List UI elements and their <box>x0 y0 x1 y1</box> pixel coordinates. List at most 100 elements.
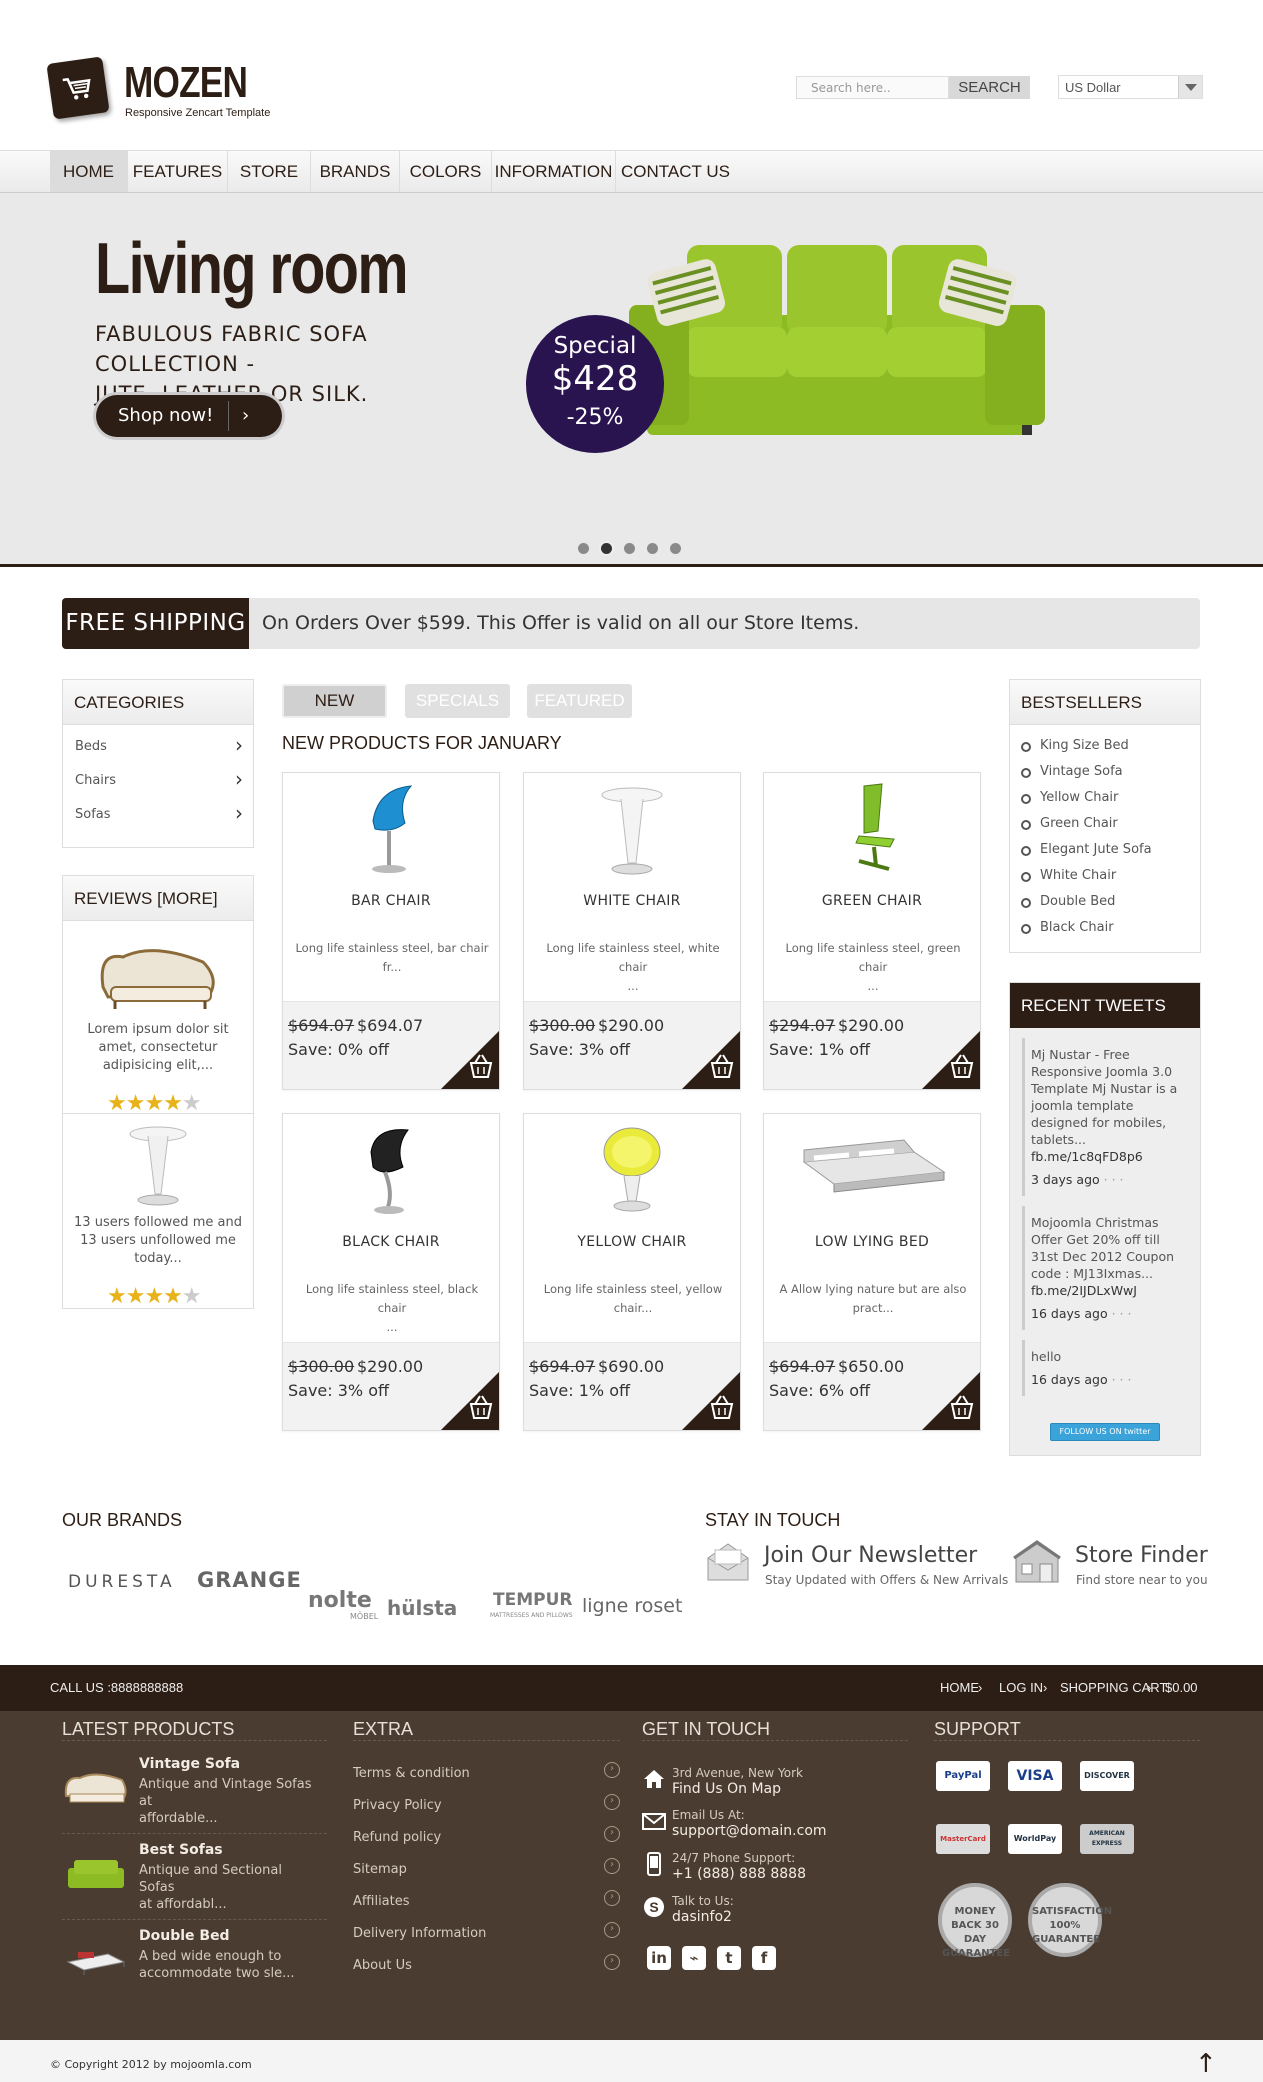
product-name[interactable]: YELLOW CHAIR <box>524 1234 740 1250</box>
tweet-item[interactable]: Mj Nustar - Free Responsive Joomla 3.0 T… <box>1022 1038 1188 1196</box>
footer-cart-total[interactable]: $0.00 <box>1165 1665 1198 1711</box>
slider-dot[interactable] <box>624 543 635 554</box>
latest-product-item[interactable]: Best Sofas Antique and Sectional Sofas at… <box>62 1834 327 1920</box>
bestseller-item[interactable]: White Chair <box>1010 863 1200 889</box>
product-card[interactable]: LOW LYING BED A Allow lying nature but a… <box>763 1113 981 1431</box>
search-input[interactable]: Search here.. <box>796 76 949 99</box>
product-name[interactable]: GREEN CHAIR <box>764 893 980 909</box>
brand-nolte[interactable]: nolte <box>308 1588 372 1613</box>
brand-hulsta[interactable]: hülsta <box>387 1596 457 1620</box>
category-beds[interactable]: Beds <box>63 728 253 764</box>
footer-link-login[interactable]: LOG IN <box>999 1665 1043 1711</box>
tab-featured[interactable]: FEATURED <box>527 684 632 718</box>
shop-now-button[interactable]: Shop now! › <box>96 395 282 437</box>
bestseller-item[interactable]: Black Chair <box>1010 915 1200 941</box>
tab-new[interactable]: NEW <box>282 684 387 718</box>
slider-dot[interactable] <box>578 543 589 554</box>
product-card[interactable]: BLACK CHAIR Long life stainless steel, b… <box>282 1113 500 1431</box>
search-button[interactable]: SEARCH <box>949 76 1030 99</box>
tumblr-icon[interactable]: t <box>717 1946 741 1970</box>
skype-id[interactable]: dasinfo2 <box>672 1909 734 1925</box>
footer-link-terms[interactable]: Terms & condition <box>353 1762 620 1781</box>
special-offer-badge[interactable]: Special $428 -25% <box>526 315 664 453</box>
address-item[interactable]: 3rd Avenue, New York Find Us On Map <box>644 1765 803 1797</box>
skype-item[interactable]: S Talk to Us: dasinfo2 <box>644 1893 734 1925</box>
linkedin-icon[interactable]: in <box>647 1946 671 1970</box>
nav-home[interactable]: HOME <box>50 151 128 192</box>
latest-product-name[interactable]: Double Bed <box>139 1928 230 1944</box>
footer-link-home[interactable]: HOME <box>940 1665 979 1711</box>
tweet-item[interactable]: Mojoomla Christmas Offer Get 20% off til… <box>1022 1206 1188 1330</box>
follow-twitter-button[interactable]: FOLLOW US ON twitter <box>1050 1423 1160 1441</box>
latest-product-name[interactable]: Best Sofas <box>139 1842 223 1858</box>
category-sofas[interactable]: Sofas <box>63 796 253 832</box>
facebook-icon[interactable]: f <box>752 1946 776 1970</box>
review-item[interactable]: Lorem ipsum dolor sit amet, consectetur … <box>63 921 253 1116</box>
phone-number[interactable]: +1 (888) 888 8888 <box>672 1866 806 1882</box>
brand-grange[interactable]: GRANGE <box>197 1568 302 1592</box>
footer-link-about[interactable]: About Us <box>353 1954 620 1973</box>
review-item[interactable]: 13 users followed me and 13 users unfoll… <box>63 1114 253 1309</box>
add-to-basket-icon[interactable] <box>922 1031 980 1089</box>
phone-item[interactable]: 24/7 Phone Support: +1 (888) 888 8888 <box>647 1850 806 1882</box>
add-to-basket-icon[interactable] <box>441 1031 499 1089</box>
add-to-basket-icon[interactable] <box>441 1372 499 1430</box>
back-to-top-icon[interactable]: ↑ <box>1195 2049 1217 2079</box>
product-card[interactable]: YELLOW CHAIR Long life stainless steel, … <box>523 1113 741 1431</box>
chevron-down-icon[interactable] <box>1178 76 1202 98</box>
category-chairs[interactable]: Chairs <box>63 762 253 798</box>
footer-link-sitemap[interactable]: Sitemap <box>353 1858 620 1877</box>
envelope-icon[interactable] <box>705 1540 751 1584</box>
add-to-basket-icon[interactable] <box>682 1031 740 1089</box>
footer-link-privacy[interactable]: Privacy Policy <box>353 1794 620 1813</box>
store-finder-title[interactable]: Store Finder <box>1075 1543 1208 1568</box>
currency-select[interactable]: US Dollar <box>1058 75 1203 99</box>
footer-link-delivery[interactable]: Delivery Information <box>353 1922 620 1941</box>
cart-logo-icon[interactable] <box>46 56 110 120</box>
reviews-title[interactable]: REVIEWS [MORE] <box>63 876 253 921</box>
slider-dot[interactable] <box>647 543 658 554</box>
nav-brands[interactable]: BRANDS <box>311 151 400 192</box>
store-icon[interactable] <box>1012 1540 1062 1586</box>
nav-store[interactable]: STORE <box>228 151 311 192</box>
rss-icon[interactable]: ⌁ <box>682 1946 706 1970</box>
email-item[interactable]: Email Us At: support@domain.com <box>642 1807 827 1839</box>
bestseller-item[interactable]: King Size Bed <box>1010 733 1200 759</box>
slider-dot-active[interactable] <box>601 543 612 554</box>
tab-specials[interactable]: SPECIALS <box>405 684 510 718</box>
bestseller-item[interactable]: Green Chair <box>1010 811 1200 837</box>
tweet-link[interactable]: fb.me/1c8qFD8p6 <box>1031 1148 1182 1165</box>
latest-product-item[interactable]: Vintage Sofa Antique and Vintage Sofas a… <box>62 1748 327 1834</box>
add-to-basket-icon[interactable] <box>682 1372 740 1430</box>
logo-title[interactable]: MOZEN <box>124 58 248 108</box>
bestseller-item[interactable]: Double Bed <box>1010 889 1200 915</box>
nav-information[interactable]: INFORMATION <box>492 151 616 192</box>
bestseller-item[interactable]: Yellow Chair <box>1010 785 1200 811</box>
find-us-on-map[interactable]: Find Us On Map <box>672 1781 803 1797</box>
slider-dot[interactable] <box>670 543 681 554</box>
product-name[interactable]: BLACK CHAIR <box>283 1234 499 1250</box>
product-card[interactable]: BAR CHAIR Long life stainless steel, bar… <box>282 772 500 1090</box>
latest-product-item[interactable]: Double Bed A bed wide enough to accommoda… <box>62 1920 327 2006</box>
newsletter-title[interactable]: Join Our Newsletter <box>764 1543 977 1568</box>
bestseller-item[interactable]: Vintage Sofa <box>1010 759 1200 785</box>
nav-contact-us[interactable]: CONTACT US <box>616 151 735 192</box>
nav-colors[interactable]: COLORS <box>400 151 492 192</box>
product-card[interactable]: GREEN CHAIR Long life stainless steel, g… <box>763 772 981 1090</box>
brand-duresta[interactable]: DURESTA <box>68 1572 176 1592</box>
product-card[interactable]: WHITE CHAIR Long life stainless steel, w… <box>523 772 741 1090</box>
add-to-basket-icon[interactable] <box>922 1372 980 1430</box>
product-name[interactable]: BAR CHAIR <box>283 893 499 909</box>
tweet-link[interactable]: fb.me/2IJDLxWwJ <box>1031 1282 1182 1299</box>
nav-features[interactable]: FEATURES <box>128 151 228 192</box>
product-name[interactable]: LOW LYING BED <box>764 1234 980 1250</box>
footer-link-refund[interactable]: Refund policy <box>353 1826 620 1845</box>
product-name[interactable]: WHITE CHAIR <box>524 893 740 909</box>
brand-ligne-roset[interactable]: ligne roset <box>582 1595 682 1617</box>
bestseller-item[interactable]: Elegant Jute Sofa <box>1010 837 1200 863</box>
latest-product-name[interactable]: Vintage Sofa <box>139 1756 240 1772</box>
email-address[interactable]: support@domain.com <box>672 1823 827 1839</box>
tweet-item[interactable]: hello 16 days ago · · · <box>1022 1340 1188 1396</box>
brand-tempur[interactable]: TEMPUR <box>493 1590 572 1610</box>
footer-link-affiliates[interactable]: Affiliates <box>353 1890 620 1909</box>
